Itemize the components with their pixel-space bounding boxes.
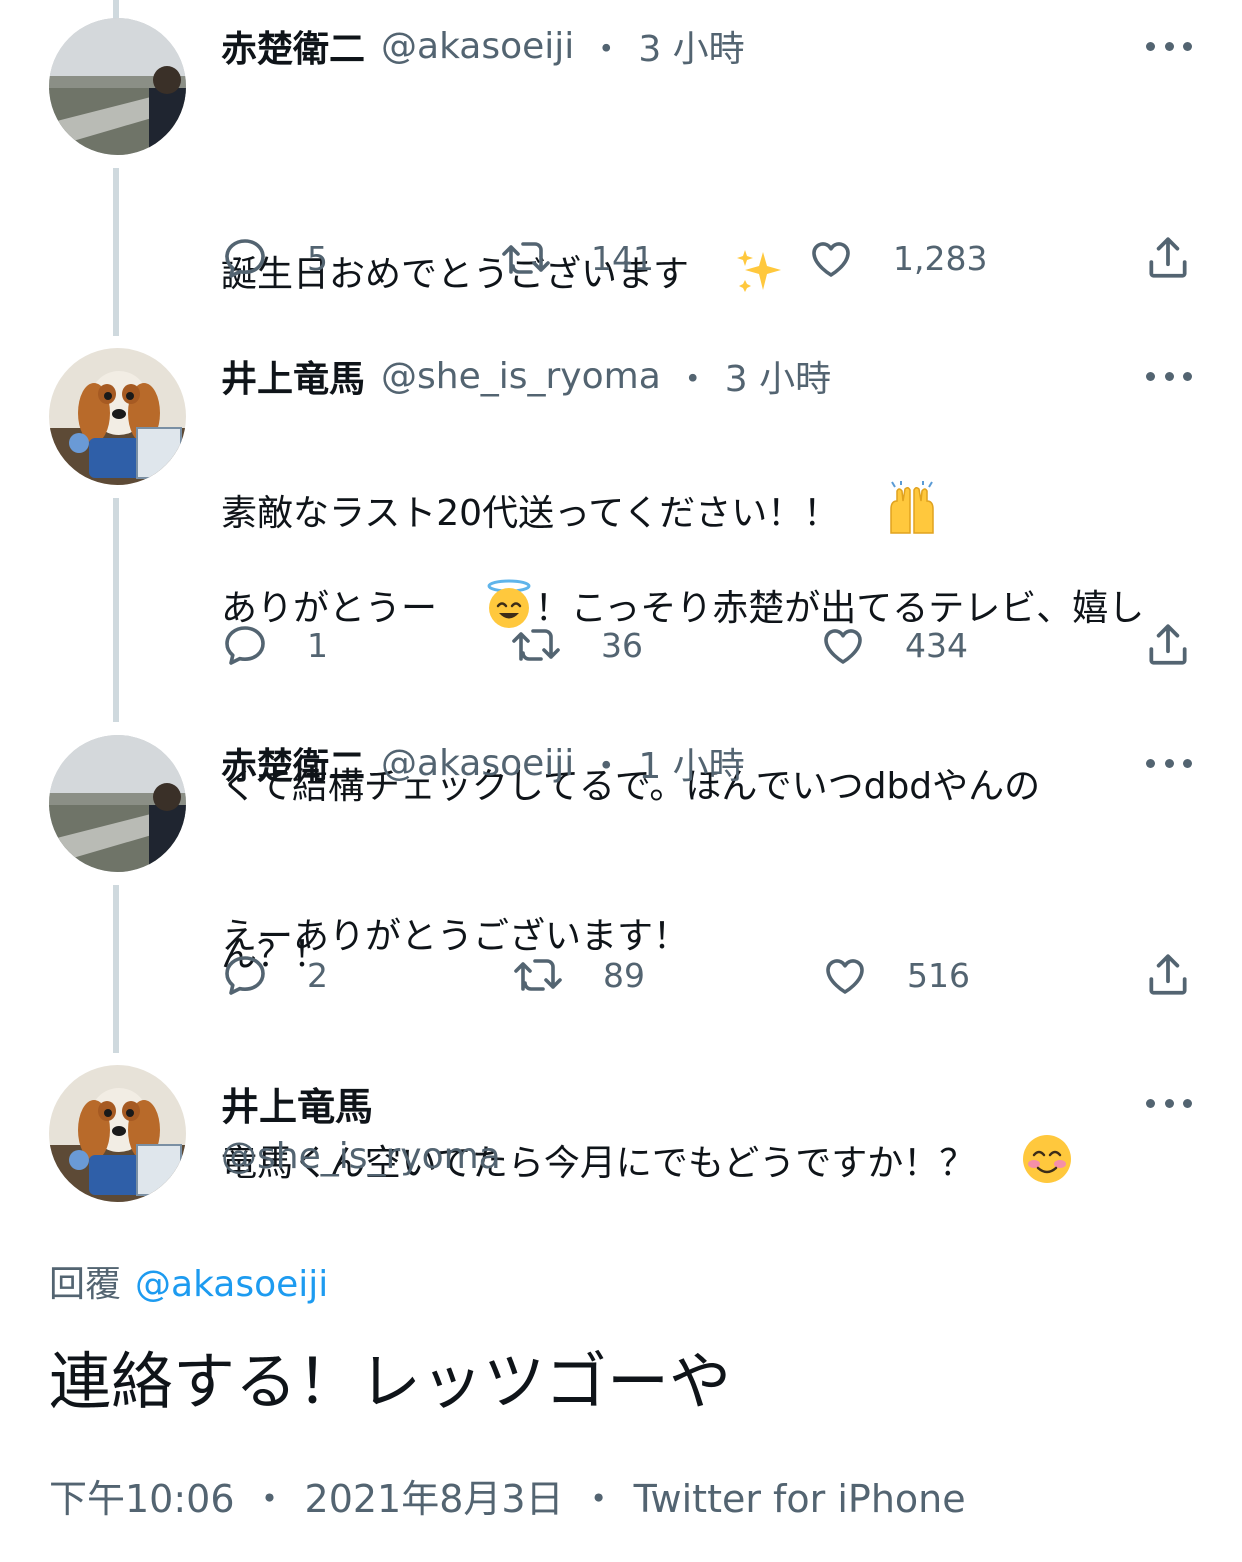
- thread-line: [113, 885, 119, 1053]
- retweet-count: 141: [591, 238, 654, 278]
- reply-button[interactable]: 1: [221, 620, 328, 670]
- reply-count: 1: [307, 625, 328, 665]
- tweet-time[interactable]: 下午10:06: [49, 1477, 235, 1521]
- like-icon: [824, 629, 862, 664]
- retweet-button[interactable]: 141: [501, 233, 654, 283]
- reply-count: 2: [307, 955, 328, 995]
- smiling-face-with-smiling-eyes-icon: [975, 1077, 1073, 1202]
- tweet-date[interactable]: 2021年8月3日: [305, 1477, 564, 1521]
- separator: ・: [588, 29, 625, 70]
- replying-to: 回覆 @akasoeiji: [49, 1255, 328, 1307]
- like-count: 516: [907, 955, 970, 995]
- tweet-actions: 1 36 434: [221, 620, 1196, 670]
- retweet-icon: [514, 959, 562, 991]
- display-name[interactable]: 赤楚衛二: [221, 737, 365, 789]
- tweet-header: 赤楚衛二 @akasoeiji ・ 3 小時: [221, 16, 745, 76]
- more-icon[interactable]: [1146, 366, 1192, 386]
- thread-line: [113, 498, 119, 722]
- display-name[interactable]: 井上竜馬: [221, 1076, 373, 1131]
- timestamp[interactable]: 1 小時: [638, 737, 744, 789]
- more-icon[interactable]: [1146, 1093, 1192, 1113]
- avatar[interactable]: [49, 1065, 186, 1202]
- thread-line: [113, 168, 119, 336]
- reply-icon: [225, 239, 265, 278]
- reply-icon: [225, 626, 265, 665]
- separator: ・: [250, 1477, 289, 1521]
- retweet-button[interactable]: 36: [511, 620, 643, 670]
- like-icon: [812, 242, 850, 277]
- separator: ・: [588, 746, 625, 787]
- retweet-count: 36: [601, 625, 643, 665]
- reply-mention-link[interactable]: @akasoeiji: [135, 1264, 328, 1305]
- tweet-actions: 2 89 516: [221, 950, 1196, 1000]
- tweet-metadata: 下午10:06 ・ 2021年8月3日・ Twitter for iPhone: [49, 1468, 966, 1523]
- tweet-source[interactable]: Twitter for iPhone: [634, 1477, 966, 1521]
- like-button[interactable]: 516: [821, 950, 970, 1000]
- share-button[interactable]: [1143, 233, 1193, 287]
- main-tweet-text: 連絡する！レッツゴーや: [49, 1345, 732, 1418]
- display-name[interactable]: 赤楚衛二: [221, 20, 365, 72]
- user-handle[interactable]: @she_is_ryoma: [381, 356, 661, 397]
- more-icon[interactable]: [1146, 753, 1192, 773]
- tweet-header: 赤楚衛二 @akasoeiji ・ 1 小時: [221, 733, 745, 793]
- share-button[interactable]: [1143, 620, 1193, 674]
- avatar[interactable]: [49, 348, 186, 485]
- retweet-button[interactable]: 89: [513, 950, 645, 1000]
- share-icon: [1149, 954, 1187, 995]
- like-button[interactable]: 434: [819, 620, 968, 670]
- retweet-icon: [512, 629, 560, 661]
- display-name[interactable]: 井上竜馬: [221, 350, 365, 402]
- separator: ・: [674, 359, 711, 400]
- avatar[interactable]: [49, 735, 186, 872]
- separator: ・: [579, 1477, 618, 1521]
- more-icon[interactable]: [1146, 36, 1192, 56]
- like-icon: [826, 959, 864, 994]
- retweet-icon: [502, 242, 550, 274]
- tweet-header: 井上竜馬 @she_is_ryoma ・ 3 小時: [221, 346, 831, 406]
- reply-button[interactable]: 2: [221, 950, 328, 1000]
- share-icon: [1149, 237, 1187, 278]
- user-handle[interactable]: @akasoeiji: [381, 26, 574, 67]
- reply-label: 回覆: [49, 1264, 122, 1305]
- like-count: 1,283: [893, 238, 988, 278]
- share-button[interactable]: [1143, 950, 1193, 1004]
- timestamp[interactable]: 3 小時: [725, 350, 831, 402]
- reply-button[interactable]: 5: [221, 233, 328, 283]
- avatar[interactable]: [49, 18, 186, 155]
- like-count: 434: [905, 625, 968, 665]
- user-handle[interactable]: @akasoeiji: [381, 743, 574, 784]
- tweet-actions: 5 141 1,283: [221, 233, 1196, 283]
- reply-icon: [225, 956, 265, 995]
- share-icon: [1149, 624, 1187, 665]
- tweet-text: えーありがとうございます！ 竜馬くん空いてたら今月にでもどうですか！？: [221, 797, 1181, 1258]
- reply-count: 5: [307, 238, 328, 278]
- user-handle[interactable]: @she_is_ryoma: [221, 1136, 501, 1177]
- retweet-count: 89: [603, 955, 645, 995]
- like-button[interactable]: 1,283: [807, 233, 987, 283]
- timestamp[interactable]: 3 小時: [638, 20, 744, 72]
- thread-line: [113, 0, 119, 20]
